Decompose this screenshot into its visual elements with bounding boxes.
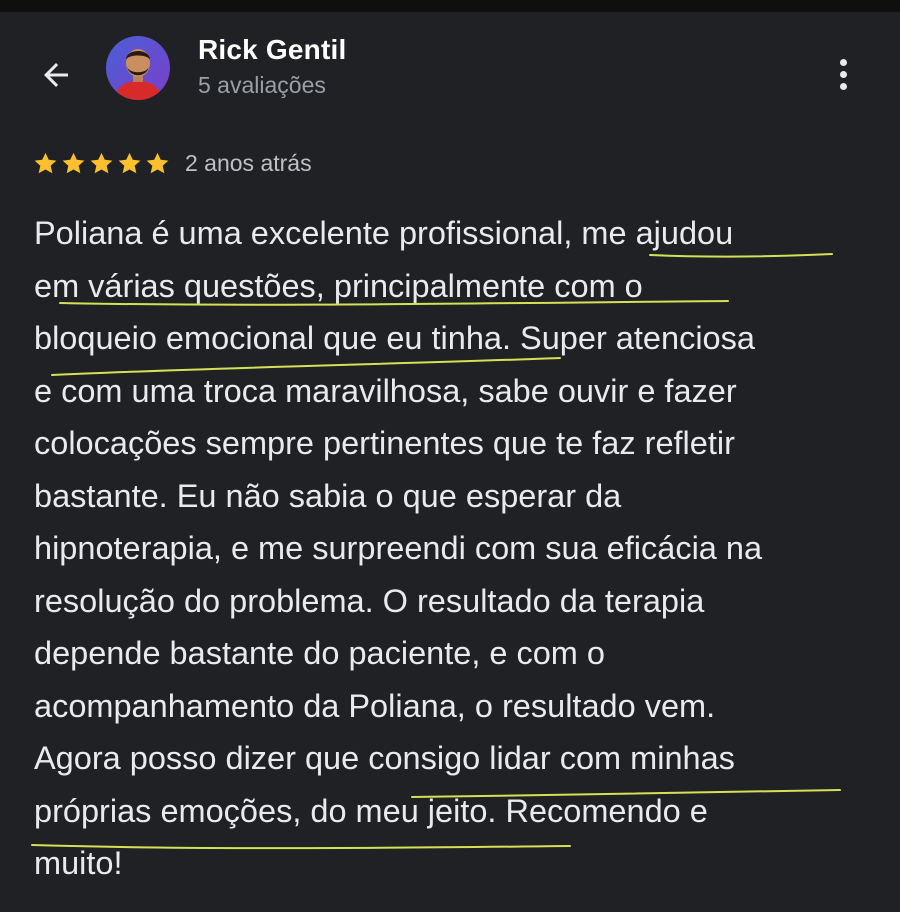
review-line: colocações sempre pertinentes que te faz… — [34, 425, 735, 461]
review-line: Agora posso dizer que consigo lidar com … — [34, 740, 735, 776]
arrow-left-icon — [44, 63, 68, 87]
review-line: Poliana é uma excelente profissional, me… — [34, 215, 734, 251]
review-time: 2 anos atrás — [185, 149, 312, 176]
star-icon — [90, 152, 113, 173]
status-bar-strip — [0, 0, 900, 12]
review-line: bloqueio emocional que eu tinha. Super a… — [34, 320, 755, 356]
review-line: hipnoterapia, e me surpreendi com sua ef… — [34, 530, 763, 566]
star-rating — [32, 150, 171, 177]
review-line: bastante. Eu não sabia o que esperar da — [34, 477, 622, 514]
review-line: acompanhamento da Poliana, o resultado v… — [34, 687, 716, 724]
rating-row: 2 anos atrás — [32, 146, 312, 180]
review-header: Rick Gentil 5 avaliações — [0, 12, 900, 124]
review-line: depende bastante do paciente, e com o — [34, 635, 605, 671]
review-line: em várias questões, principalmente com o — [34, 267, 643, 304]
review-line: muito! — [34, 845, 123, 881]
star-icon — [118, 152, 141, 173]
reviewer-name[interactable]: Rick Gentil — [198, 34, 346, 66]
review-line: resolução do problema. O resultado da te… — [34, 582, 705, 619]
avatar-image — [106, 36, 170, 100]
star-icon — [34, 152, 57, 173]
more-vert-icon[interactable] — [826, 52, 860, 96]
star-icon — [62, 152, 85, 173]
review-text: Poliana é uma excelente profissional, me… — [34, 207, 882, 890]
star-icon — [146, 152, 169, 173]
review-count: 5 avaliações — [198, 72, 326, 98]
review-line: e com uma troca maravilhosa, sabe ouvir … — [34, 372, 737, 409]
avatar[interactable] — [106, 36, 170, 100]
review-line: próprias emoções, do meu jeito. Recomend… — [34, 792, 708, 829]
back-button[interactable] — [30, 52, 82, 98]
